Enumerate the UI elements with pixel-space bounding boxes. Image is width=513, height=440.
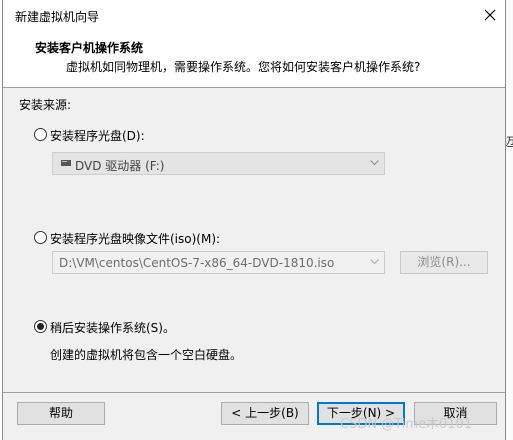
back-button[interactable]: < 上一步(B) [221, 402, 309, 425]
browse-button[interactable]: 浏览(R)... [400, 251, 488, 274]
iso-path-input[interactable]: D:\VM\centos\CentOS-7-x86_64-DVD-1810.is… [52, 251, 385, 274]
iso-radio[interactable] [34, 231, 47, 244]
close-button[interactable] [475, 0, 505, 30]
page-title: 安装客户机操作系统 [35, 41, 144, 55]
later-option-label[interactable]: 稍后安装操作系统(S)。 [50, 319, 175, 336]
later-option-note: 创建的虚拟机将包含一个空白硬盘。 [50, 348, 243, 362]
background-window-strip [505, 0, 513, 440]
close-icon [484, 9, 496, 21]
install-source-label: 安装来源: [19, 98, 72, 112]
help-button[interactable]: 帮助 [17, 402, 105, 425]
wizard-header: 安装客户机操作系统 虚拟机如同物理机，需要操作系统。您将如何安装客户机操作系统? [3, 30, 505, 88]
window-title: 新建虚拟机向导 [15, 10, 100, 24]
chevron-down-icon [370, 259, 379, 265]
disc-option-label[interactable]: 安装程序光盘(D): [50, 127, 145, 144]
page-subtitle: 虚拟机如同物理机，需要操作系统。您将如何安装客户机操作系统? [66, 60, 421, 74]
later-radio[interactable] [34, 320, 47, 333]
dvd-drive-select[interactable]: DVD 驱动器 (F:) [52, 152, 385, 175]
screen: 迈 新建虚拟机向导 安装客户机操作系统 虚拟机如同物理机，需要操作系统。您将如何… [0, 0, 513, 440]
disc-radio[interactable] [34, 128, 47, 141]
footer-divider [3, 392, 505, 393]
chevron-down-icon [370, 160, 379, 166]
dvd-drive-icon [61, 160, 71, 166]
title-bar: 新建虚拟机向导 [3, 0, 505, 30]
new-vm-wizard-dialog: 新建虚拟机向导 安装客户机操作系统 虚拟机如同物理机，需要操作系统。您将如何安装… [2, 0, 506, 440]
iso-option-label[interactable]: 安装程序光盘映像文件(iso)(M): [50, 230, 220, 247]
iso-path-value: D:\VM\centos\CentOS-7-x86_64-DVD-1810.is… [59, 256, 335, 270]
dvd-drive-value: DVD 驱动器 (F:) [75, 159, 165, 173]
watermark: CSDN @Time木0101 [340, 417, 473, 432]
